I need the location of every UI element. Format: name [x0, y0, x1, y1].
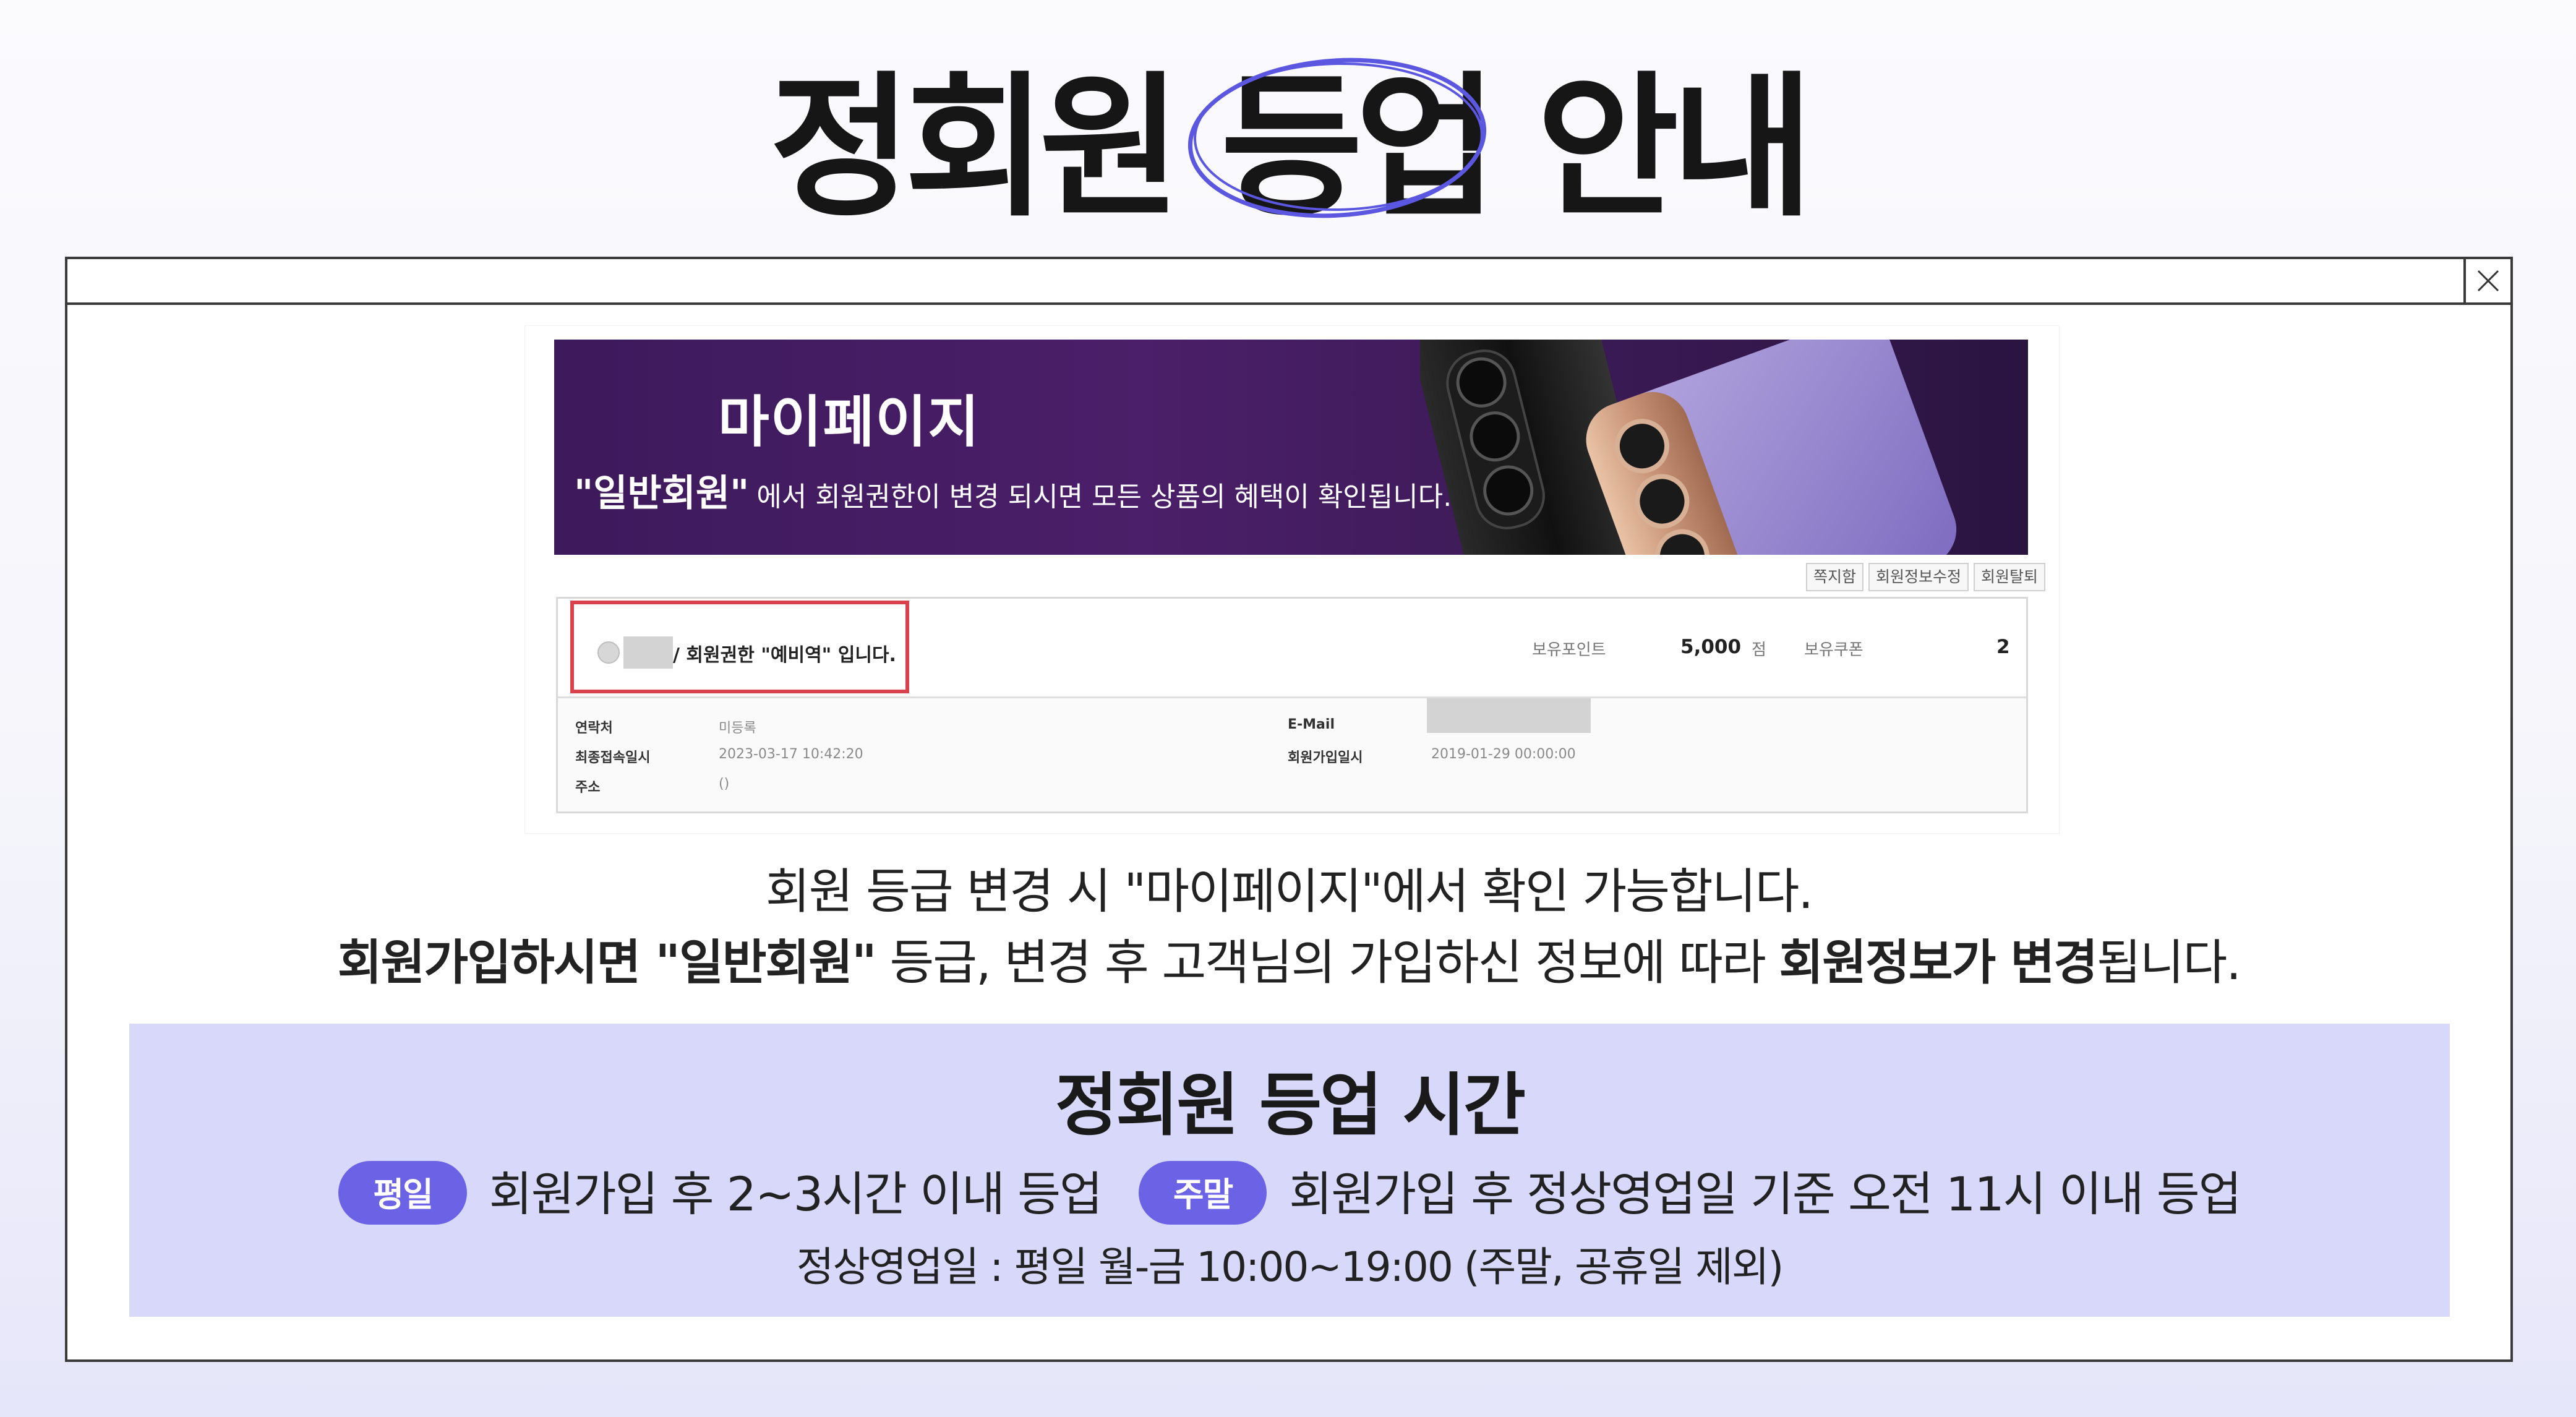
grade-highlight-box: / 회원권한 "예비역" 입니다. [570, 601, 909, 693]
banner-text: "일반회원" 에서 회원권한이 변경 되시면 모든 상품의 혜택이 확인됩니다. [574, 463, 1452, 517]
title-part-highlight: 등업 [1187, 58, 1498, 237]
coupon-value: 2 [1996, 636, 2010, 658]
page-title: 정회원 등업 안내 [769, 58, 1814, 238]
description-line-1: 회원 등급 변경 시 "마이페이지"에서 확인 가능합니다. [765, 864, 1813, 920]
member-grade-text: / 회원권한 "예비역" 입니다. [673, 644, 896, 666]
contact-label: 연락처 [575, 721, 613, 736]
page-title-wrap: 정회원 등업 안내 [0, 58, 2576, 238]
title-part-before: 정회원 [769, 58, 1181, 238]
close-button[interactable] [2463, 259, 2510, 302]
banner-title: 마이페이지 [718, 390, 980, 455]
blurred-email [1427, 698, 1591, 733]
edit-profile-button[interactable]: 회원정보수정 [1868, 563, 1969, 591]
points-unit: 점 [1752, 641, 1766, 659]
banner-message: 에서 회원권한이 변경 되시면 모든 상품의 혜택이 확인됩니다. [756, 481, 1452, 513]
blurred-username [623, 636, 673, 669]
coupon-label: 보유쿠폰 [1804, 641, 1864, 659]
hand-drawn-circle-icon [1187, 58, 1486, 218]
weekend-text: 회원가입 후 정상영업일 기준 오전 11시 이내 등업 [1289, 1167, 2241, 1222]
member-summary: / 회원권한 "예비역" 입니다. 보유포인트 5,000 점 보유쿠폰 2 [558, 599, 2026, 698]
join-date-label: 회원가입일시 [1288, 750, 1363, 766]
content-window: 마이페이지 "일반회원" 에서 회원권한이 변경 되시면 모든 상품의 혜택이 확… [65, 257, 2513, 1362]
withdraw-button[interactable]: 회원탈퇴 [1973, 563, 2045, 591]
member-info-box: / 회원권한 "예비역" 입니다. 보유포인트 5,000 점 보유쿠폰 2 연… [556, 597, 2028, 813]
contact-value: 미등록 [719, 721, 756, 736]
email-label: E-Mail [1288, 717, 1335, 732]
points-label: 보유포인트 [1532, 641, 1606, 659]
upgrade-time-title: 정회원 등업 시간 [1055, 1066, 1526, 1145]
last-login-value: 2023-03-17 10:42:20 [719, 747, 863, 762]
mypage-screenshot: 마이페이지 "일반회원" 에서 회원권한이 변경 되시면 모든 상품의 혜택이 확… [525, 326, 2059, 833]
message-box-button[interactable]: 쪽지함 [1805, 563, 1864, 591]
mypage-banner: 마이페이지 "일반회원" 에서 회원권한이 변경 되시면 모든 상품의 혜택이 확… [554, 340, 2028, 555]
window-title-bar [67, 259, 2510, 305]
join-date-value: 2019-01-29 00:00:00 [1431, 747, 1576, 762]
points-value: 5,000 [1680, 636, 1742, 658]
last-login-label: 최종접속일시 [575, 750, 651, 766]
description-text-a: 등급, 변경 후 고객님의 가입하신 정보에 따라 [875, 935, 1779, 991]
avatar-icon [597, 641, 620, 664]
address-value: () [719, 776, 730, 792]
business-hours-note: 정상영업일 : 평일 월-금 10:00~19:00 (주말, 공휴일 제외) [796, 1243, 1784, 1291]
weekday-badge: 평일 [338, 1160, 467, 1225]
title-part-after: 안내 [1536, 58, 1814, 238]
upgrade-schedule: 평일 회원가입 후 2~3시간 이내 등업 주말 회원가입 후 정상영업일 기준 오전… [129, 1156, 2450, 1230]
mypage-button-group: 쪽지함 회원정보수정 회원탈퇴 [1805, 563, 2045, 591]
address-label: 주소 [575, 780, 601, 795]
member-details: 연락처 미등록 최종접속일시 2023-03-17 10:42:20 주소 ()… [558, 698, 2026, 811]
banner-emphasis: "일반회원" [574, 472, 750, 515]
smartphone-image [1420, 340, 1957, 555]
weekend-badge: 주말 [1138, 1160, 1267, 1225]
description-text-b: 됩니다. [2097, 935, 2241, 991]
description-bold-b: 회원정보가 변경 [1779, 935, 2098, 991]
upgrade-time-panel: 정회원 등업 시간 평일 회원가입 후 2~3시간 이내 등업 주말 회원가입 후 정… [129, 1024, 2450, 1317]
description-bold-a: 회원가입하시면 "일반회원" [337, 935, 877, 991]
close-icon [2477, 270, 2499, 292]
weekday-text: 회원가입 후 2~3시간 이내 등업 [489, 1167, 1103, 1222]
description-line-2: 회원가입하시면 "일반회원" 등급, 변경 후 고객님의 가입하신 정보에 따라… [67, 924, 2510, 993]
